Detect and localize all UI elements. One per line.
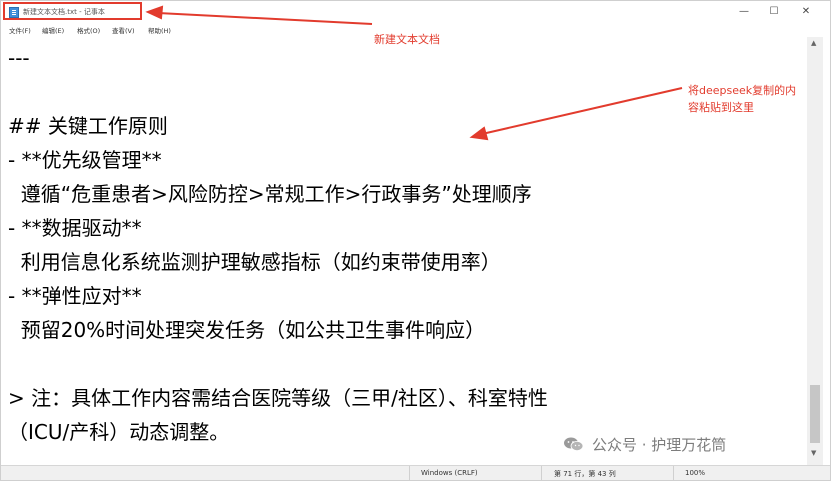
- paste-arrow-line: [481, 87, 683, 135]
- paste-annotation-line2: 容粘贴到这里: [688, 101, 754, 114]
- title-arrow-line: [157, 12, 373, 25]
- watermark-text: 公众号 · 护理万花筒: [592, 436, 727, 454]
- wechat-icon: [564, 437, 584, 451]
- paste-annotation-line1: 将deepseek复制的内: [688, 84, 797, 97]
- paste-arrow-head: [469, 126, 489, 141]
- title-arrow-head: [145, 5, 164, 20]
- title-annotation: 新建文本文档: [374, 33, 440, 46]
- annotation-arrows: [145, 5, 683, 141]
